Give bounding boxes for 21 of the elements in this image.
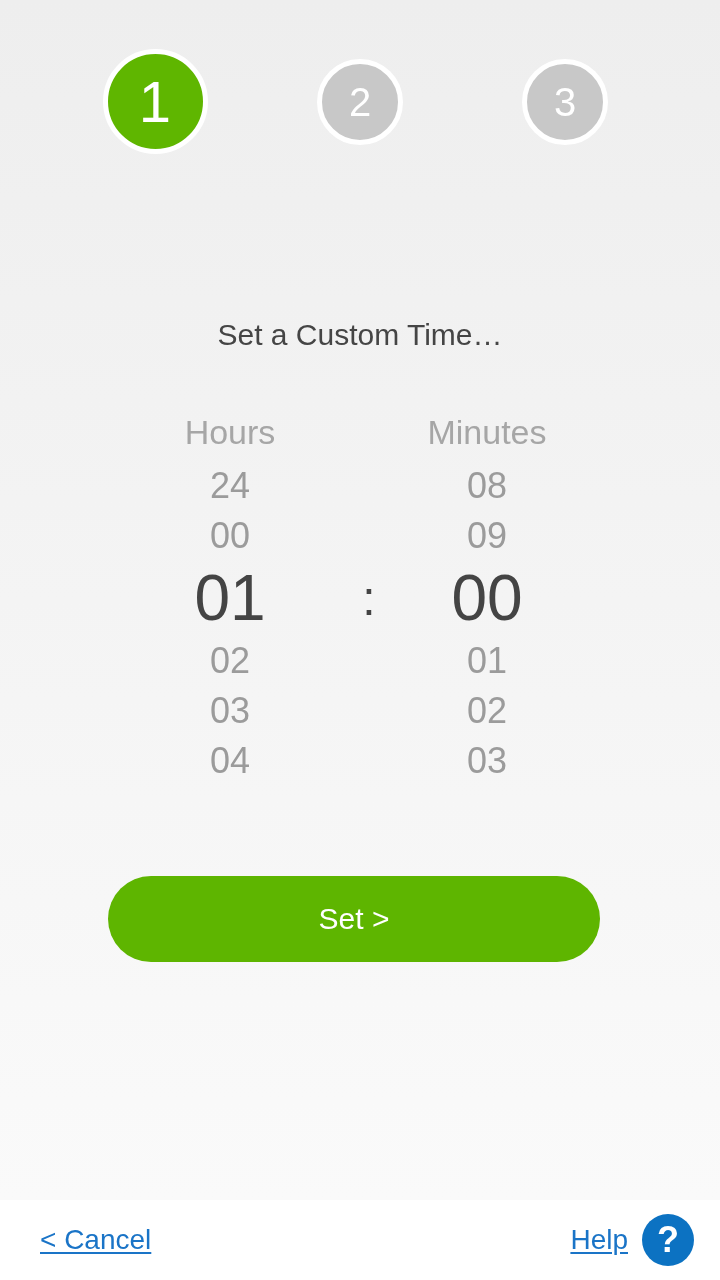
picker-value[interactable]: 00 [209,511,250,561]
picker-header: Minutes [427,412,547,453]
picker-value[interactable]: 04 [209,736,250,786]
help-button[interactable]: ? [642,1214,694,1266]
picker-value[interactable]: 01 [194,561,266,636]
time-separator: : [362,571,376,627]
cancel-link[interactable]: < Cancel [40,1224,152,1256]
picker-value[interactable]: 08 [466,461,507,511]
help-link[interactable]: Help [570,1224,628,1256]
picker-value[interactable]: 02 [209,636,250,686]
picker-value[interactable]: 09 [466,511,507,561]
picker-value[interactable]: 03 [209,686,250,736]
step-indicator: 1 [102,49,208,154]
picker-value[interactable]: 24 [209,461,250,511]
picker-value[interactable]: 03 [466,736,507,786]
set-button[interactable]: Set > [108,876,600,962]
picker-value[interactable]: 00 [451,561,523,636]
picker-value[interactable]: 02 [466,686,507,736]
picker-value[interactable]: 01 [466,636,507,686]
screen-title: Set a Custom Time… [217,317,503,353]
picker-header: Hours [184,412,276,453]
